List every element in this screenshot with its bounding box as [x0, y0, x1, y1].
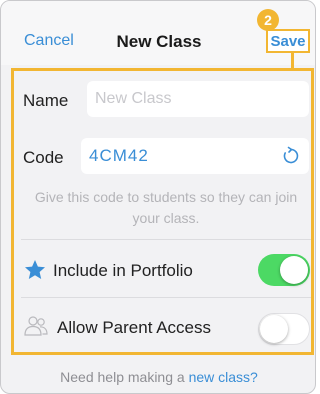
name-label: Name: [23, 91, 69, 110]
step-number-badge: 2: [257, 9, 279, 31]
class-code-value: 4CM42: [89, 146, 149, 165]
divider: [21, 297, 311, 298]
help-text: Need help making a: [60, 369, 185, 385]
refresh-icon[interactable]: [281, 146, 301, 166]
navigation-bar: Cancel New Class Save 2: [1, 1, 315, 68]
new-class-help-link[interactable]: new class?: [189, 369, 258, 385]
help-footer: Need help making a new class?: [1, 369, 315, 385]
new-class-sheet: Cancel New Class Save 2 Name New Class C…: [0, 0, 316, 394]
toggle-knob: [260, 315, 288, 343]
divider: [21, 239, 311, 240]
parent-access-label: Allow Parent Access: [57, 318, 212, 337]
toggle-knob: [280, 256, 308, 284]
star-icon: [23, 258, 47, 282]
class-name-input[interactable]: New Class: [87, 81, 309, 117]
parents-icon: [23, 314, 49, 338]
parent-access-toggle[interactable]: [258, 313, 310, 345]
portfolio-toggle[interactable]: [258, 254, 310, 286]
code-hint-text: Give this code to students so they can j…: [34, 189, 298, 226]
code-label: Code: [23, 148, 64, 167]
class-name-placeholder: New Class: [95, 90, 172, 107]
save-button[interactable]: Save: [266, 29, 310, 53]
callout-connector: [291, 53, 294, 68]
class-code-field: 4CM42: [81, 138, 309, 174]
portfolio-label: Include in Portfolio: [53, 261, 193, 280]
